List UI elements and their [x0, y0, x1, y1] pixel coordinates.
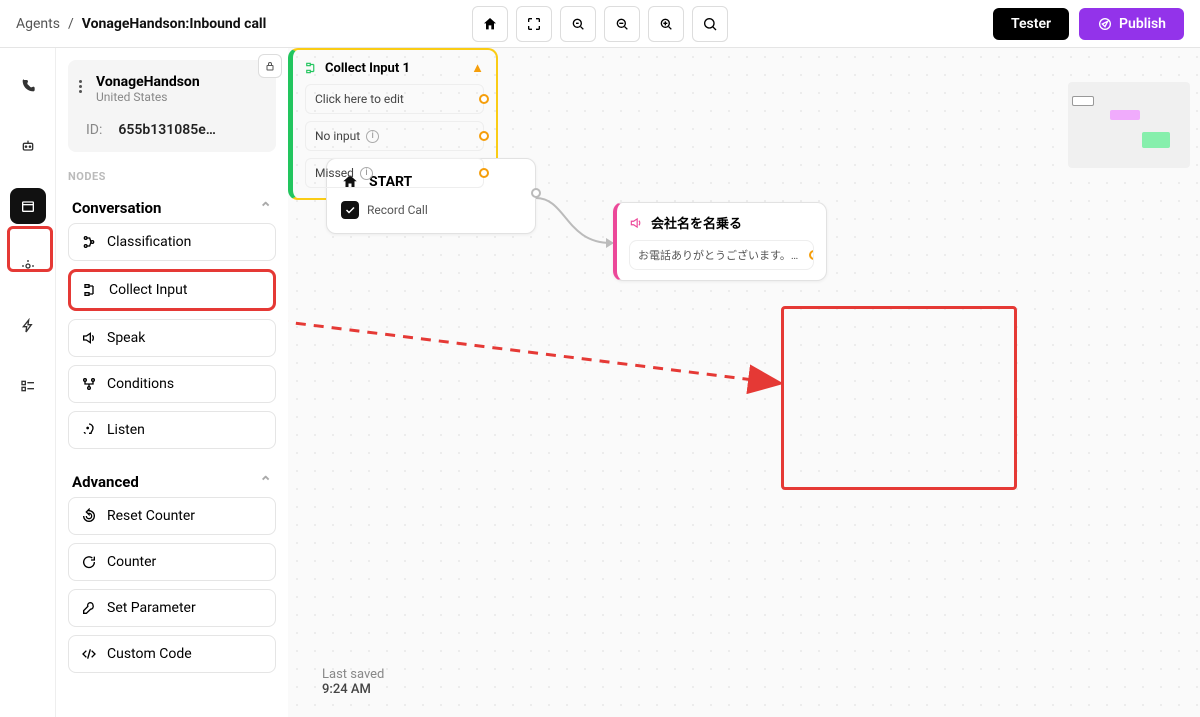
- rail-phone[interactable]: [10, 68, 46, 104]
- section-advanced-label: Advanced: [72, 473, 139, 491]
- breadcrumb-current: VonageHandson:Inbound call: [82, 16, 267, 32]
- collect-noinput-row[interactable]: No input i: [305, 121, 484, 151]
- node-collect-input[interactable]: Collect Input: [68, 269, 276, 311]
- chevron-up-icon: ⌃: [259, 473, 272, 491]
- node-conditions[interactable]: Conditions: [68, 365, 276, 403]
- annotation-arrow: [288, 313, 798, 403]
- node-counter-label: Counter: [107, 554, 156, 570]
- info-icon: i: [360, 167, 373, 180]
- section-nodes-label: NODES: [68, 170, 276, 183]
- zoom-out-button[interactable]: [604, 6, 640, 42]
- fullscreen-button[interactable]: [516, 6, 552, 42]
- publish-button[interactable]: Publish: [1079, 8, 1184, 40]
- node-classification[interactable]: Classification: [68, 223, 276, 261]
- collect-missed-row[interactable]: Missed i: [305, 158, 484, 188]
- breadcrumb: Agents / VonageHandson:Inbound call: [16, 16, 266, 32]
- collect-node-title: Collect Input 1: [325, 61, 410, 76]
- node-custom-code[interactable]: Custom Code: [68, 635, 276, 673]
- rail-target[interactable]: [10, 248, 46, 284]
- last-saved-time: 9:24 AM: [322, 682, 384, 697]
- agent-name: VonageHandson: [96, 74, 262, 90]
- node-listen[interactable]: Listen: [68, 411, 276, 449]
- speak-node-title: 会社名を名乗る: [651, 213, 742, 232]
- node-collect-input-label: Collect Input: [109, 282, 187, 298]
- node-custom-code-label: Custom Code: [107, 646, 192, 662]
- annotation-collect-highlight: [781, 306, 1017, 490]
- node-reset-counter[interactable]: Reset Counter: [68, 497, 276, 535]
- rail-canvas[interactable]: [10, 188, 46, 224]
- home-button[interactable]: [472, 6, 508, 42]
- breadcrumb-sep: /: [68, 16, 74, 32]
- speak-node-message[interactable]: お電話ありがとうございます。…: [629, 240, 814, 270]
- rail-bot[interactable]: [10, 128, 46, 164]
- warning-icon: ▲: [471, 60, 484, 76]
- node-counter[interactable]: Counter: [68, 543, 276, 581]
- collect-icon: [305, 61, 319, 75]
- node-classification-label: Classification: [107, 234, 191, 250]
- rail-bolt[interactable]: [10, 308, 46, 344]
- speak-node[interactable]: 会社名を名乗る お電話ありがとうございます。…: [613, 202, 827, 281]
- publish-label: Publish: [1119, 16, 1166, 32]
- zoom-in-button[interactable]: [648, 6, 684, 42]
- last-saved: Last saved 9:24 AM: [322, 667, 384, 697]
- last-saved-label: Last saved: [322, 667, 384, 682]
- zoom-reset-button[interactable]: [560, 6, 596, 42]
- node-speak-label: Speak: [107, 330, 145, 346]
- checkbox-record-call[interactable]: [341, 201, 359, 219]
- flow-canvas[interactable]: START Record Call 会社名を名乗る お電話ありがとうございます。…: [288, 48, 1200, 717]
- rail-list[interactable]: [10, 368, 46, 404]
- lock-icon[interactable]: [258, 54, 282, 78]
- tester-button[interactable]: Tester: [993, 8, 1069, 40]
- search-button[interactable]: [692, 6, 728, 42]
- breadcrumb-root[interactable]: Agents: [16, 16, 60, 32]
- info-icon: i: [366, 130, 379, 143]
- agent-id-label: ID:: [86, 122, 102, 138]
- speaker-icon: [629, 216, 643, 230]
- section-conversation-label: Conversation: [72, 199, 161, 217]
- collect-edit-row[interactable]: Click here to edit: [305, 84, 484, 114]
- section-conversation[interactable]: Conversation ⌃: [68, 193, 276, 223]
- node-speak[interactable]: Speak: [68, 319, 276, 357]
- agent-id-value: 655b131085e…: [118, 122, 216, 138]
- node-reset-counter-label: Reset Counter: [107, 508, 195, 524]
- agent-country: United States: [96, 90, 262, 104]
- node-conditions-label: Conditions: [107, 376, 174, 392]
- section-advanced[interactable]: Advanced ⌃: [68, 467, 276, 497]
- minimap[interactable]: [1068, 82, 1190, 168]
- collect-input-node[interactable]: Collect Input 1 ▲ Click here to edit No …: [288, 48, 498, 200]
- node-set-parameter[interactable]: Set Parameter: [68, 589, 276, 627]
- node-listen-label: Listen: [107, 422, 145, 438]
- node-set-parameter-label: Set Parameter: [107, 600, 196, 616]
- record-call-label: Record Call: [367, 203, 428, 217]
- drag-handle-icon[interactable]: [70, 80, 90, 93]
- chevron-up-icon: ⌃: [259, 199, 272, 217]
- agent-card: VonageHandson United States ID: 655b1310…: [68, 60, 276, 152]
